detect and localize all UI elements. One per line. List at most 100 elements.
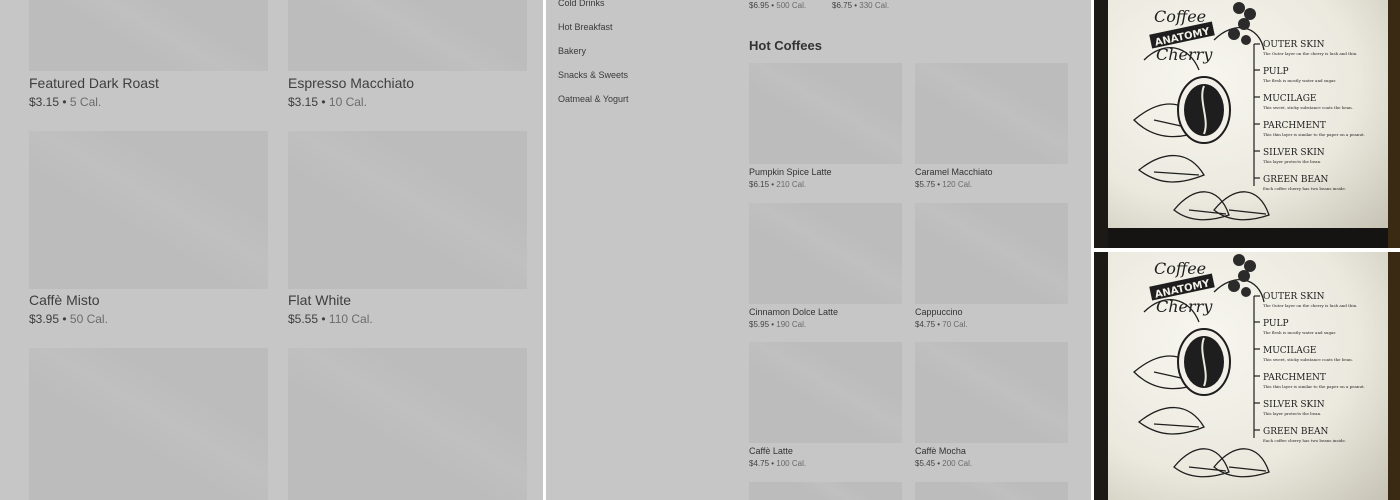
poster-title-line1: Coffee xyxy=(1154,7,1206,26)
product-name[interactable]: Caffè Latte xyxy=(749,446,793,456)
product-name[interactable]: Pumpkin Spice Latte xyxy=(749,167,832,177)
product-price: $4.75 xyxy=(749,459,770,468)
product-price: $5.55 xyxy=(288,312,319,326)
product-image[interactable] xyxy=(915,342,1068,443)
product-calories: 500 Cal. xyxy=(776,1,807,10)
product-image[interactable] xyxy=(749,203,902,304)
sidebar-item-cold-drinks[interactable]: Cold Drinks xyxy=(558,0,605,8)
product-calories: 330 Cal. xyxy=(859,1,890,10)
poster-illustration: Coffee ANATOMY Cherry OUTER SKIN The Out… xyxy=(1094,252,1400,500)
product-meta: $4.75 • 100 Cal. xyxy=(749,459,806,468)
layer-desc: The flesh is mostly water and sugar. xyxy=(1263,330,1336,335)
layer-desc: This thin layer is similar to the paper … xyxy=(1263,384,1365,389)
layer-desc: This layer protects the bean. xyxy=(1263,159,1321,164)
product-price: $6.15 xyxy=(749,180,770,189)
product-calories: 110 Cal. xyxy=(328,312,373,326)
layer-name: PARCHMENT xyxy=(1263,121,1326,131)
product-name[interactable]: Espresso Macchiato xyxy=(288,75,414,91)
product-image[interactable] xyxy=(915,203,1068,304)
layer-desc: This layer protects the bean. xyxy=(1263,411,1321,416)
layer-desc: This sweet, sticky substance coats the b… xyxy=(1263,357,1353,362)
layer-desc: The Outer layer on the cherry is lush an… xyxy=(1263,51,1357,56)
product-meta: $5.75 • 120 Cal. xyxy=(915,180,972,189)
product-meta: $5.45 • 200 Cal. xyxy=(915,459,972,468)
product-price: $6.75 xyxy=(832,1,853,10)
product-calories: 120 Cal. xyxy=(942,180,973,189)
layer-name: SILVER SKIN xyxy=(1263,400,1325,410)
sidebar-item-hot-breakfast[interactable]: Hot Breakfast xyxy=(558,22,613,32)
layer-desc: The Outer layer on the cherry is lush an… xyxy=(1263,303,1357,308)
product-image[interactable] xyxy=(749,342,902,443)
product-meta: $6.75 • 330 Cal. xyxy=(832,1,889,10)
product-price: $3.95 xyxy=(29,312,60,326)
product-calories: 50 Cal. xyxy=(69,312,108,326)
poster-illustration: Coffee ANATOMY Cherry OUTER SKIN The Out… xyxy=(1094,0,1400,248)
layer-name: GREEN BEAN xyxy=(1263,175,1329,185)
product-image[interactable] xyxy=(288,348,527,500)
layer-name: PULP xyxy=(1263,319,1289,329)
product-image[interactable] xyxy=(29,131,268,289)
layer-desc: The flesh is mostly water and sugar. xyxy=(1263,78,1336,83)
separator: • xyxy=(318,95,329,109)
sidebar-item-snacks-sweets[interactable]: Snacks & Sweets xyxy=(558,70,628,80)
separator: • xyxy=(318,312,329,326)
product-name[interactable]: Flat White xyxy=(288,292,351,308)
product-name[interactable]: Cappuccino xyxy=(915,307,963,317)
product-calories: 200 Cal. xyxy=(942,459,973,468)
poster-photo: Coffee ANATOMY Cherry OUTER SKIN The Out… xyxy=(1094,252,1400,500)
product-image[interactable] xyxy=(29,0,268,71)
separator: • xyxy=(59,312,70,326)
product-name[interactable]: Caffè Misto xyxy=(29,292,100,308)
product-meta: $6.95 • 500 Cal. xyxy=(749,1,806,10)
product-name[interactable]: Caffè Mocha xyxy=(915,446,966,456)
product-image[interactable] xyxy=(915,63,1068,164)
separator: • xyxy=(59,95,70,109)
layer-desc: Each coffee cherry has two beans inside. xyxy=(1263,186,1346,191)
product-image[interactable] xyxy=(288,131,527,289)
layer-name: GREEN BEAN xyxy=(1263,427,1329,437)
product-grid-panel: Featured Dark Roast $3.15 • 5 Cal. Espre… xyxy=(0,0,543,500)
layer-desc: Each coffee cherry has two beans inside. xyxy=(1263,438,1346,443)
product-price: $3.15 xyxy=(29,95,60,109)
layer-name: SILVER SKIN xyxy=(1263,148,1325,158)
layer-name: MUCILAGE xyxy=(1263,94,1316,104)
product-meta: $3.95 • 50 Cal. xyxy=(29,312,108,326)
product-meta: $5.95 • 190 Cal. xyxy=(749,320,806,329)
product-meta: $3.15 • 10 Cal. xyxy=(288,95,367,109)
menu-panel: Cold Drinks Hot Breakfast Bakery Snacks … xyxy=(546,0,1091,500)
layer-name: OUTER SKIN xyxy=(1263,292,1325,302)
product-image[interactable] xyxy=(288,0,527,71)
layer-desc: This sweet, sticky substance coats the b… xyxy=(1263,105,1353,110)
product-calories: 70 Cal. xyxy=(942,320,968,329)
product-calories: 10 Cal. xyxy=(328,95,367,109)
product-image[interactable] xyxy=(915,482,1068,500)
layer-name: OUTER SKIN xyxy=(1263,40,1325,50)
product-price: $4.75 xyxy=(915,320,936,329)
product-meta: $4.75 • 70 Cal. xyxy=(915,320,968,329)
poster-title-line1: Coffee xyxy=(1154,259,1206,278)
product-meta: $5.55 • 110 Cal. xyxy=(288,312,373,326)
layer-name: PARCHMENT xyxy=(1263,373,1326,383)
product-price: $5.45 xyxy=(915,459,936,468)
product-meta: $6.15 • 210 Cal. xyxy=(749,180,806,189)
product-image[interactable] xyxy=(29,348,268,500)
product-image[interactable] xyxy=(749,482,902,500)
product-calories: 210 Cal. xyxy=(776,180,807,189)
layer-name: MUCILAGE xyxy=(1263,346,1316,356)
product-calories: 190 Cal. xyxy=(776,320,807,329)
product-price: $5.95 xyxy=(749,320,770,329)
product-calories: 5 Cal. xyxy=(69,95,102,109)
poster-title-line3: Cherry xyxy=(1156,45,1213,64)
product-image[interactable] xyxy=(749,63,902,164)
product-meta: $3.15 • 5 Cal. xyxy=(29,95,101,109)
product-name[interactable]: Featured Dark Roast xyxy=(29,75,159,91)
product-price: $3.15 xyxy=(288,95,319,109)
layer-name: PULP xyxy=(1263,67,1289,77)
sidebar-item-oatmeal-yogurt[interactable]: Oatmeal & Yogurt xyxy=(558,94,629,104)
product-calories: 100 Cal. xyxy=(776,459,807,468)
poster-title-line3: Cherry xyxy=(1156,297,1213,316)
product-name[interactable]: Cinnamon Dolce Latte xyxy=(749,307,838,317)
product-price: $5.75 xyxy=(915,180,936,189)
sidebar-item-bakery[interactable]: Bakery xyxy=(558,46,586,56)
product-name[interactable]: Caramel Macchiato xyxy=(915,167,993,177)
